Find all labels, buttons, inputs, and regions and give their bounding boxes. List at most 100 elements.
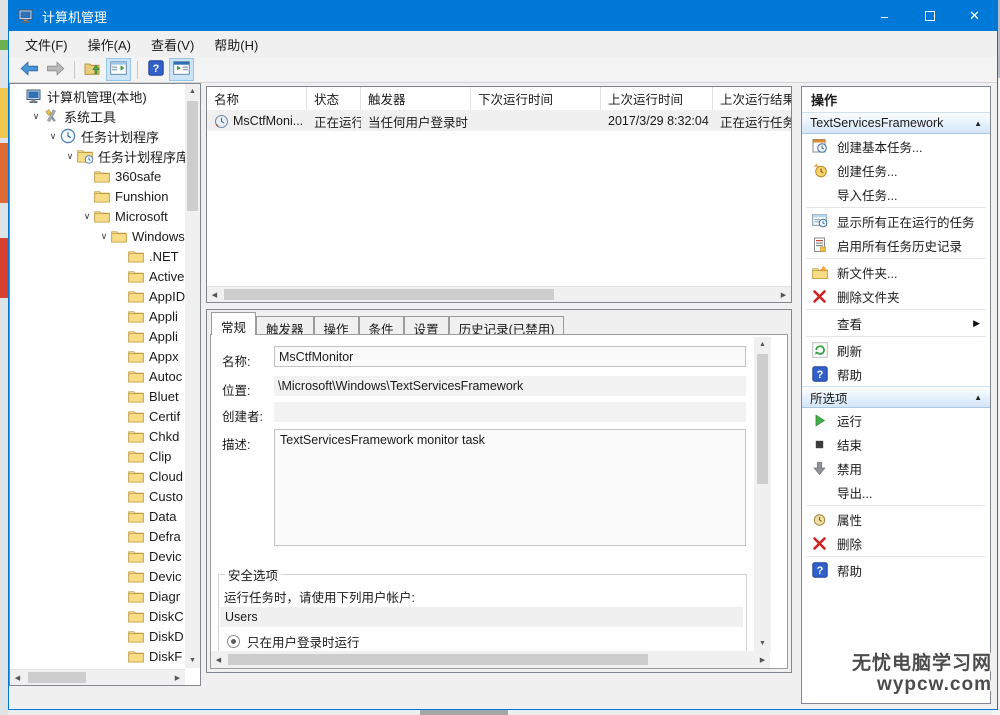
tree-item-devic[interactable]: Devic (10, 546, 185, 566)
maximize-button[interactable] (907, 1, 952, 31)
forward-button[interactable] (43, 58, 68, 81)
action-item--[interactable]: 删除 (802, 531, 990, 555)
close-button[interactable]: ✕ (952, 1, 997, 31)
properties-vertical-scrollbar[interactable]: ▲ ▼ (754, 337, 771, 651)
scroll-thumb[interactable] (224, 289, 554, 300)
description-field[interactable]: TextServicesFramework monitor task (274, 429, 746, 546)
scroll-right-icon[interactable]: ▶ (755, 651, 770, 668)
radio-selected-icon[interactable] (227, 635, 240, 648)
menu-item-1[interactable]: 操作(A) (78, 33, 141, 55)
column-header-4[interactable]: 上次运行时间 (601, 87, 713, 110)
tree-item--[interactable]: 计算机管理(本地) (10, 86, 185, 106)
scroll-left-icon[interactable]: ◀ (10, 670, 25, 686)
column-header-0[interactable]: 名称 (207, 87, 307, 110)
collapse-caret-icon[interactable]: ▲ (974, 119, 982, 128)
action-section-header-1[interactable]: 所选项 ▲ (802, 386, 990, 408)
tree-item-cloud[interactable]: Cloud (10, 466, 185, 486)
tree-item-active[interactable]: Active (10, 266, 185, 286)
help-button[interactable]: ? (143, 58, 168, 81)
action-item--[interactable]: 禁用 (802, 456, 990, 480)
action-item--[interactable]: 删除文件夹 (802, 284, 990, 308)
chevron-expanded-icon[interactable]: ∨ (29, 111, 43, 122)
action-item--[interactable]: 导出... (802, 480, 990, 504)
scroll-right-icon[interactable]: ▶ (776, 287, 791, 303)
chevron-expanded-icon[interactable]: ∨ (46, 131, 60, 142)
scroll-left-icon[interactable]: ◀ (207, 287, 222, 303)
tree-vertical-scrollbar[interactable]: ▲ ▼ (185, 84, 200, 668)
column-header-2[interactable]: 触发器 (361, 87, 471, 110)
action-item--[interactable]: 显示所有正在运行的任务 (802, 209, 990, 233)
action-pane-toggle-button[interactable] (169, 58, 194, 81)
scroll-thumb[interactable] (228, 654, 648, 665)
tree-item-appx[interactable]: Appx (10, 346, 185, 366)
action-item--[interactable]: 刷新 (802, 338, 990, 362)
task-row[interactable]: MsCtfMoni... 正在运行 当任何用户登录时 2017/3/29 8:32:0… (207, 111, 791, 131)
action-item--[interactable]: 结束 (802, 432, 990, 456)
chevron-expanded-icon[interactable]: ∨ (80, 211, 94, 222)
action-item--[interactable]: 创建任务... (802, 158, 990, 182)
tree-horizontal-scrollbar[interactable]: ◀ ▶ (10, 669, 185, 685)
action-item--[interactable]: 导入任务... (802, 182, 990, 206)
menu-item-0[interactable]: 文件(F) (15, 33, 78, 55)
tree-item-360safe[interactable]: 360safe (10, 166, 185, 186)
scroll-down-icon[interactable]: ▼ (185, 653, 200, 668)
action-item--[interactable]: 属性 (802, 507, 990, 531)
tree-item--[interactable]: ∨ 系统工具 (10, 106, 185, 126)
tree-item-appli[interactable]: Appli (10, 306, 185, 326)
tree-item-bluet[interactable]: Bluet (10, 386, 185, 406)
tree-item-diskc[interactable]: DiskC (10, 606, 185, 626)
tree-item-data[interactable]: Data (10, 506, 185, 526)
tree-item-clip[interactable]: Clip (10, 446, 185, 466)
column-header-5[interactable]: 上次运行结果 (713, 87, 791, 110)
tree-item-chkd[interactable]: Chkd (10, 426, 185, 446)
tree-item-appli[interactable]: Appli (10, 326, 185, 346)
tree-item--[interactable]: ∨ 任务计划程序库 (10, 146, 185, 166)
up-level-button[interactable] (80, 58, 105, 81)
action-item--[interactable]: 运行 (802, 408, 990, 432)
scroll-right-icon[interactable]: ▶ (170, 670, 185, 686)
tab-5[interactable]: 历史记录(已禁用) (448, 316, 565, 337)
scroll-thumb[interactable] (757, 354, 768, 484)
tab-2[interactable]: 操作 (313, 316, 359, 337)
tree-item-diagr[interactable]: Diagr (10, 586, 185, 606)
tree-item-autoc[interactable]: Autoc (10, 366, 185, 386)
tree-item-devic[interactable]: Devic (10, 566, 185, 586)
scroll-thumb[interactable] (187, 101, 198, 211)
tree-item-microsoft[interactable]: ∨ Microsoft (10, 206, 185, 226)
action-item--[interactable]: 启用所有任务历史记录 (802, 233, 990, 257)
column-header-1[interactable]: 状态 (307, 87, 361, 110)
tree-item-certif[interactable]: Certif (10, 406, 185, 426)
column-header-3[interactable]: 下次运行时间 (471, 87, 601, 110)
collapse-caret-icon[interactable]: ▲ (974, 393, 982, 402)
menu-item-3[interactable]: 帮助(H) (204, 33, 268, 55)
scroll-up-icon[interactable]: ▲ (754, 337, 771, 352)
tree-item-diskd[interactable]: DiskD (10, 626, 185, 646)
tree-item-custo[interactable]: Custo (10, 486, 185, 506)
tab-4[interactable]: 设置 (403, 316, 449, 337)
chevron-expanded-icon[interactable]: ∨ (97, 231, 111, 242)
tree-item-appid[interactable]: AppID (10, 286, 185, 306)
action-item--[interactable]: 新文件夹... (802, 260, 990, 284)
minimize-button[interactable]: – (862, 1, 907, 31)
tab-0[interactable]: 常规 (211, 312, 257, 335)
properties-horizontal-scrollbar[interactable]: ◀ ▶ (211, 651, 770, 668)
radio-run-logged-on[interactable]: 只在用户登录时运行 (227, 632, 360, 651)
back-button[interactable] (17, 58, 42, 81)
tree-item--[interactable]: ∨ 任务计划程序 (10, 126, 185, 146)
tree-item-defra[interactable]: Defra (10, 526, 185, 546)
task-list-horizontal-scrollbar[interactable]: ◀ ▶ (207, 286, 791, 302)
action-item--[interactable]: 查看 ▶ (802, 311, 990, 335)
chevron-expanded-icon[interactable]: ∨ (63, 151, 77, 162)
scroll-up-icon[interactable]: ▲ (185, 84, 200, 99)
action-item--[interactable]: ? 帮助 (802, 362, 990, 386)
scroll-left-icon[interactable]: ◀ (211, 651, 226, 668)
action-item--[interactable]: 创建基本任务... (802, 134, 990, 158)
action-item--[interactable]: ? 帮助 (802, 558, 990, 582)
titlebar[interactable]: 计算机管理 – ✕ (9, 1, 997, 31)
scroll-thumb[interactable] (28, 672, 86, 683)
tree-item-funshion[interactable]: Funshion (10, 186, 185, 206)
action-section-header-0[interactable]: TextServicesFramework ▲ (802, 112, 990, 134)
tab-3[interactable]: 条件 (358, 316, 404, 337)
scroll-down-icon[interactable]: ▼ (754, 636, 771, 651)
console-tree-toggle-button[interactable] (106, 58, 131, 81)
